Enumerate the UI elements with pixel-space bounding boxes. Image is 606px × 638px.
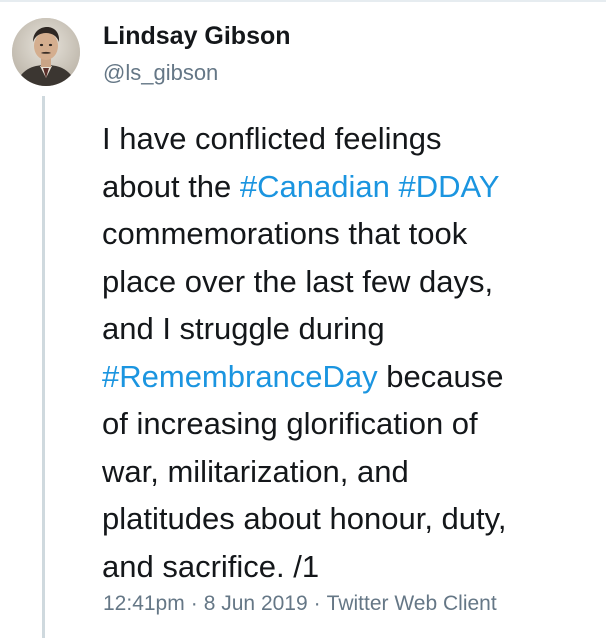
tweet-text-line: war, militarization, and xyxy=(102,448,598,496)
tweet-text-line: and sacrifice. /1 xyxy=(102,543,598,591)
tweet-text-line: and I struggle during xyxy=(102,305,598,353)
tweet-time[interactable]: 12:41pm xyxy=(103,592,185,615)
tweet-text: I have conflicted feelings about the #Can… xyxy=(102,115,598,590)
tweet: Lindsay Gibson @ls_gibson I have conflic… xyxy=(0,0,606,638)
tweet-text-segment xyxy=(390,169,399,204)
tweet-text-line: place over the last few days, xyxy=(102,258,598,306)
tweet-date[interactable]: 8 Jun 2019 xyxy=(204,592,308,615)
meta-separator: · xyxy=(190,592,198,615)
tweet-text-segment: and sacrifice. /1 xyxy=(102,548,320,584)
tweet-text-segment: war, militarization, and xyxy=(102,453,409,489)
tweet-text-line: platitudes about honour, duty, xyxy=(102,495,598,543)
tweet-text-line: #RemembranceDay because xyxy=(102,353,598,401)
tweet-text-segment: and I struggle during xyxy=(102,311,385,346)
thread-connector-line xyxy=(42,96,45,638)
tweet-text-segment: platitudes about honour, duty, xyxy=(102,501,507,536)
hashtag-link[interactable]: #DDAY xyxy=(399,169,500,204)
tweet-text-segment: place over the last few days, xyxy=(102,263,494,299)
avatar-portrait-icon xyxy=(12,18,80,86)
tweet-text-segment: about the xyxy=(102,168,240,204)
avatar[interactable] xyxy=(12,18,80,86)
hashtag-link[interactable]: #RemembranceDay xyxy=(102,359,378,394)
meta-separator: · xyxy=(313,592,321,615)
hashtag-link[interactable]: #Canadian xyxy=(240,169,390,204)
author-handle[interactable]: @ls_gibson xyxy=(103,60,218,86)
tweet-source[interactable]: Twitter Web Client xyxy=(327,592,497,615)
tweet-text-line: of increasing glorification of xyxy=(102,400,598,448)
tweet-text-line: I have conflicted feelings xyxy=(102,115,598,163)
top-divider xyxy=(0,0,606,2)
tweet-text-segment: because xyxy=(377,358,504,394)
tweet-text-segment: I have conflicted feelings xyxy=(102,121,442,156)
tweet-metadata: 12:41pm · 8 Jun 2019 · Twitter Web Client xyxy=(103,592,497,616)
tweet-text-segment: commemorations that took xyxy=(102,216,468,251)
tweet-text-line: about the #Canadian #DDAY xyxy=(102,163,598,211)
author-display-name[interactable]: Lindsay Gibson xyxy=(103,22,291,51)
tweet-text-segment: of increasing glorification of xyxy=(102,406,478,441)
tweet-text-line: commemorations that took xyxy=(102,210,598,258)
